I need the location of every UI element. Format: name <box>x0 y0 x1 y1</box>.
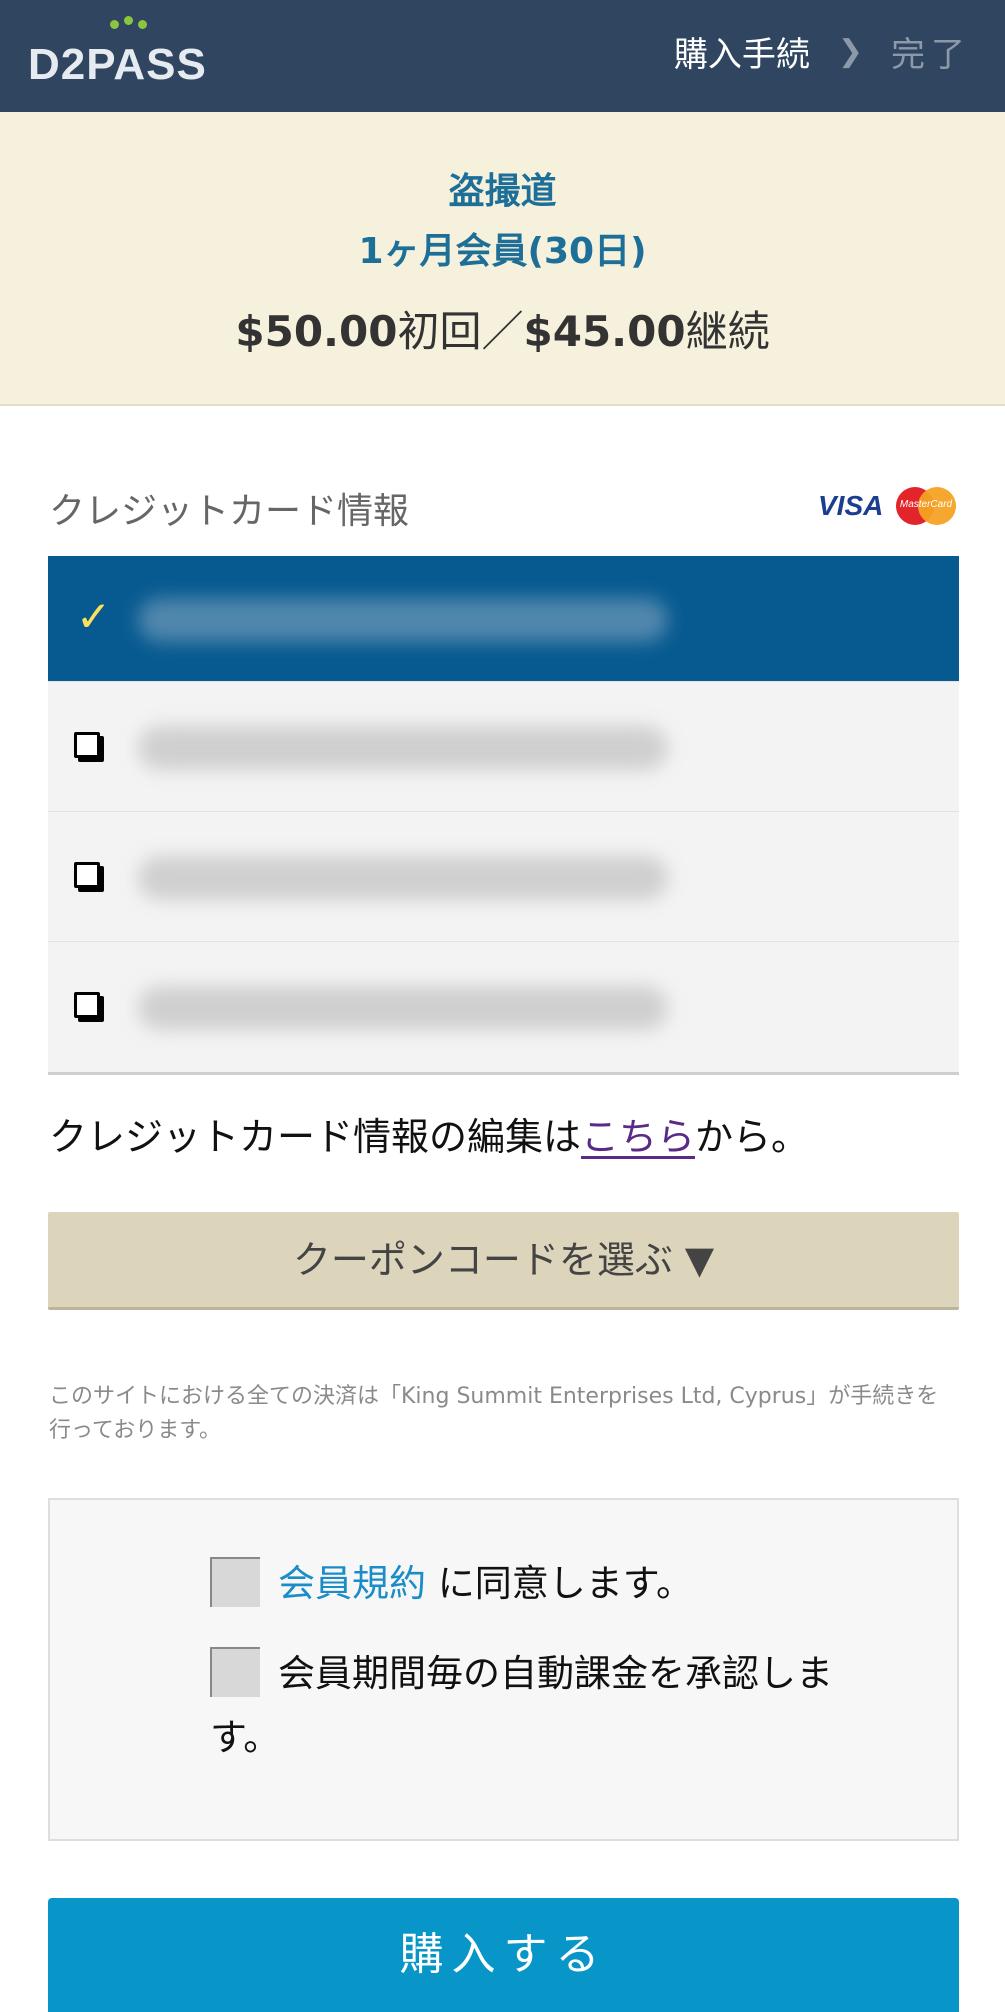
card-option[interactable] <box>48 682 959 812</box>
mastercard-label: MasterCard <box>899 499 953 510</box>
auto-billing-checkbox[interactable] <box>210 1646 260 1697</box>
checkout-steps: 購入手続 ❯ 完了 <box>674 26 971 76</box>
product-name: 盗撮道 <box>448 171 557 212</box>
edit-suffix: から。 <box>695 1115 810 1159</box>
edit-card-link[interactable]: こちら <box>581 1115 695 1159</box>
price-renewal-label: 継続 <box>685 307 770 356</box>
chevron-right-icon: ❯ <box>837 33 863 69</box>
top-header: D2PASS 購入手続 ❯ 完了 <box>0 0 1005 112</box>
check-icon: ✓ <box>76 592 112 641</box>
purchase-button[interactable]: 購入する <box>48 1898 959 2012</box>
card-section-title: クレジットカード情報 <box>49 491 410 532</box>
checkbox-icon <box>74 862 100 888</box>
edit-card-text: クレジットカード情報の編集はこちらから。 <box>49 1106 809 1161</box>
auto-billing-agreement: 会員期間毎の自動課金を承認します。 <box>210 1642 870 1770</box>
agreement-box: 会員規約 に同意します。 会員期間毎の自動課金を承認します。 <box>48 1498 959 1841</box>
card-option[interactable]: ✓ <box>48 556 959 682</box>
logo-dot <box>110 20 119 29</box>
step-next: 完了 <box>891 34 971 75</box>
terms-link[interactable]: 会員規約 <box>278 1562 426 1605</box>
masked-card-number <box>138 986 668 1030</box>
coupon-select-button[interactable]: クーポンコードを選ぶ ▼ <box>48 1212 959 1310</box>
price-initial: $50.00 <box>235 307 398 356</box>
auto-billing-label: 会員期間毎の自動課金を承認します。 <box>210 1652 833 1759</box>
price-separator: ／ <box>481 307 524 356</box>
masked-card-number <box>138 856 668 900</box>
logo-dot <box>138 20 147 29</box>
logo-text: D2PASS <box>28 40 207 89</box>
step-current: 購入手続 <box>673 34 810 75</box>
plan-name: 1ヶ月会員(30日) <box>358 231 647 272</box>
masked-card-number <box>138 726 668 770</box>
card-option[interactable] <box>48 942 959 1072</box>
mastercard-logo-icon: MasterCard <box>896 487 956 525</box>
terms-suffix: に同意します。 <box>426 1562 694 1605</box>
logo-dot <box>124 16 133 25</box>
price-initial-label: 初回 <box>397 307 482 356</box>
terms-agreement: 会員規約 に同意します。 <box>210 1552 870 1616</box>
card-list: ✓ <box>48 556 959 1075</box>
terms-checkbox[interactable] <box>210 1556 260 1607</box>
payment-notice: このサイトにおける全ての決済は「King Summit Enterprises … <box>49 1384 939 1443</box>
product-banner: 盗撮道 1ヶ月会員(30日) $50.00初回／$45.00継続 <box>0 112 1005 406</box>
price-line: $50.00初回／$45.00継続 <box>0 298 1005 359</box>
edit-prefix: クレジットカード情報の編集は <box>49 1115 582 1159</box>
checkbox-icon <box>74 732 100 758</box>
checkbox-icon <box>74 992 100 1018</box>
price-renewal: $45.00 <box>523 307 686 356</box>
visa-logo-icon: VISA <box>818 490 884 521</box>
card-option[interactable] <box>48 812 959 942</box>
d2pass-logo[interactable]: D2PASS <box>28 16 206 89</box>
masked-card-number <box>138 598 668 642</box>
